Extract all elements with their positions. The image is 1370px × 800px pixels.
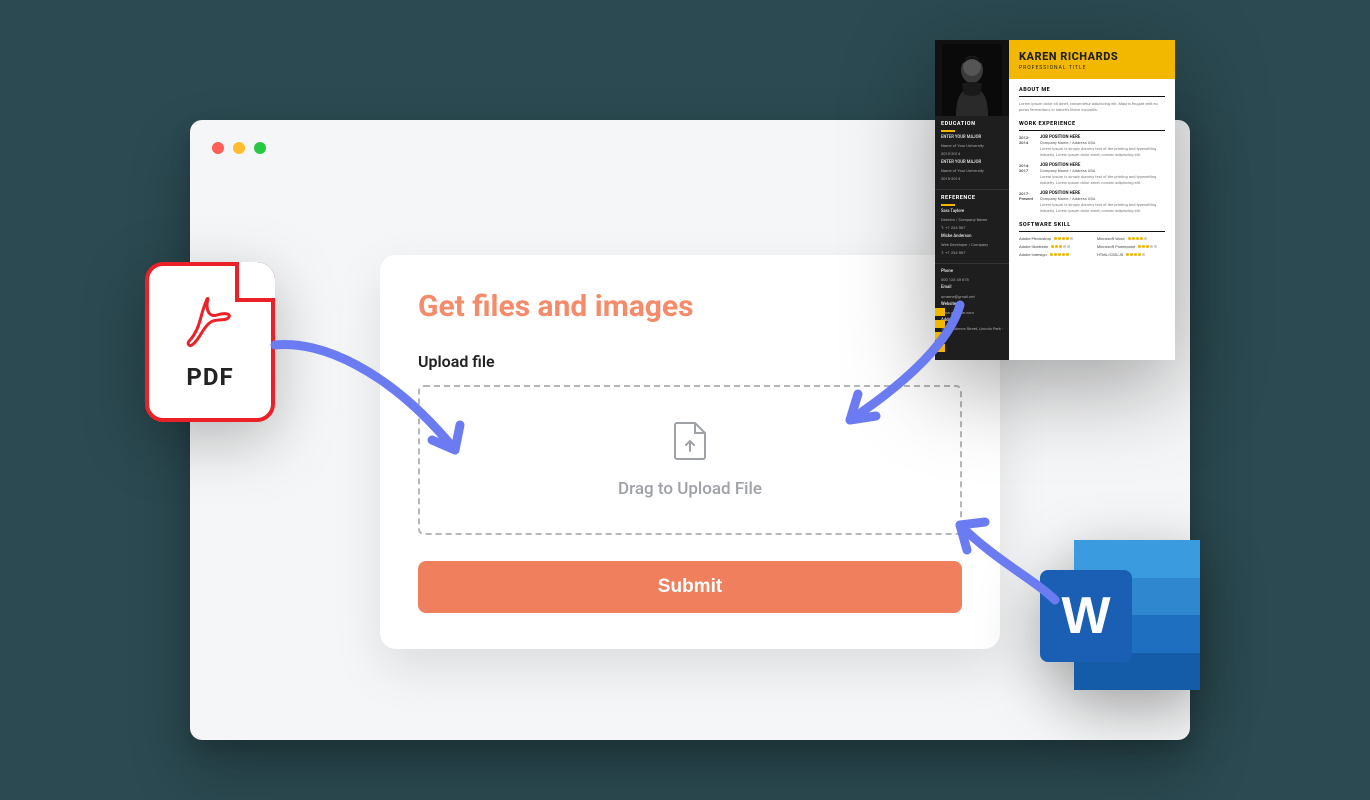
upload-file-icon <box>673 421 707 465</box>
arrow-from-resume <box>810 290 980 450</box>
window-controls <box>212 142 266 154</box>
window-close-dot[interactable] <box>212 142 224 154</box>
resume-about: ABOUT ME Lorem ipsum dolor sit amet, con… <box>1019 87 1165 113</box>
resume-header: KAREN RICHARDS PROFESSIONAL TITLE <box>1009 40 1175 79</box>
resume-photo <box>935 40 1009 116</box>
window-minimize-dot[interactable] <box>233 142 245 154</box>
resume-skills: SOFTWARE SKILL Adobe Photoshop Adobe Ill… <box>1019 222 1165 260</box>
arrow-from-word <box>935 490 1075 620</box>
drop-zone-text: Drag to Upload File <box>618 479 762 499</box>
arrow-from-pdf <box>260 330 490 490</box>
resume-education: EDUCATION ENTER YOUR MAJOR Name of Your … <box>935 116 1009 190</box>
adobe-pdf-icon <box>183 293 237 355</box>
resume-reference: REFERENCE Sara Taylore Director / Compan… <box>935 190 1009 264</box>
resume-work: WORK EXPERIENCE 2012-2014 JOB POSITION H… <box>1019 121 1165 214</box>
pdf-label: PDF <box>186 363 233 391</box>
pdf-file-tile[interactable]: PDF <box>145 262 275 422</box>
window-maximize-dot[interactable] <box>254 142 266 154</box>
resume-main: KAREN RICHARDS PROFESSIONAL TITLE ABOUT … <box>1009 40 1175 360</box>
submit-button[interactable]: Submit <box>418 561 962 613</box>
